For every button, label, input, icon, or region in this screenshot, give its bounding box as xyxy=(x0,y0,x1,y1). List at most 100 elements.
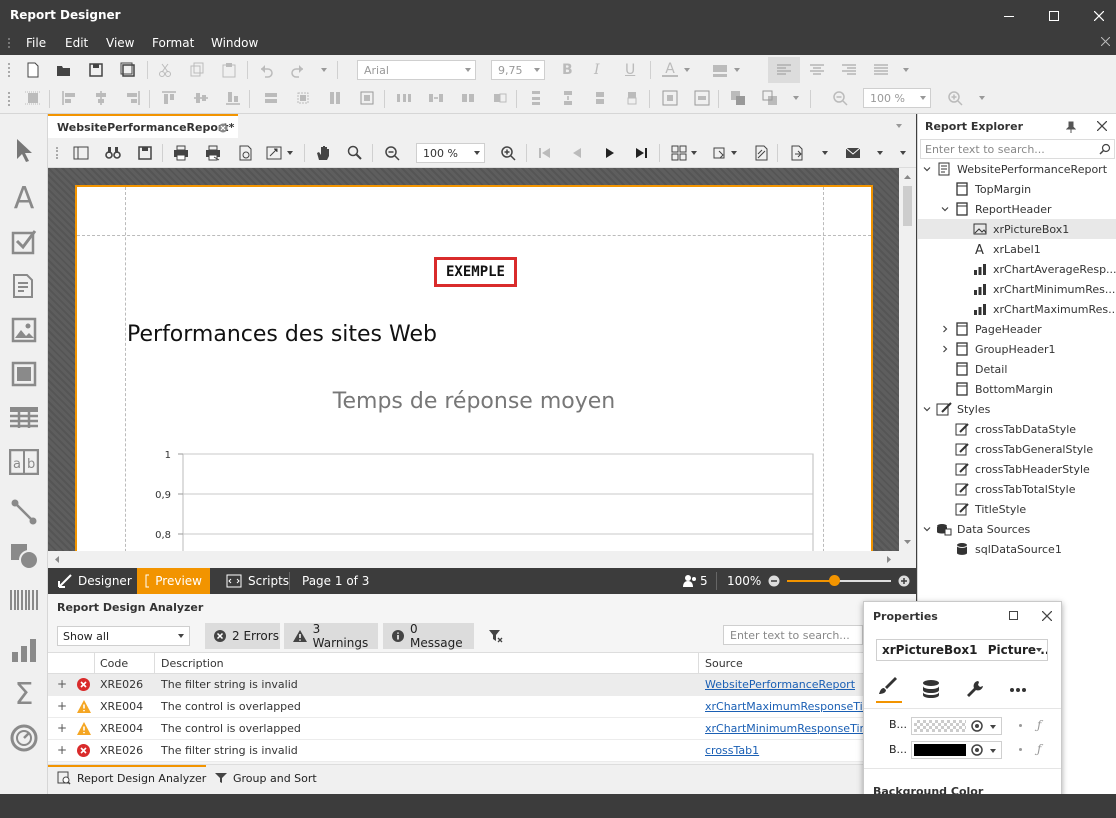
tree-node-pageheader[interactable]: PageHeader xyxy=(918,319,1116,339)
tree-node-websiteperformancereport[interactable]: WebsitePerformanceReport xyxy=(918,159,1116,179)
scroll-left-icon[interactable] xyxy=(48,551,65,568)
align-centers-icon[interactable] xyxy=(93,90,109,106)
same-width-icon[interactable] xyxy=(263,90,279,106)
analyzer-row[interactable]: + XRE004 The control is overlapped xrChartM… xyxy=(48,718,916,740)
collapse-chevron-icon[interactable] xyxy=(940,204,950,214)
save-document-icon[interactable] xyxy=(137,145,153,161)
tree-node-sqldatasource1[interactable]: sqlDataSource1 xyxy=(918,539,1116,559)
increase-horizontal-spacing-icon[interactable] xyxy=(428,90,444,106)
tree-node-styles[interactable]: Styles xyxy=(918,399,1116,419)
properties-close-icon[interactable] xyxy=(1042,611,1052,621)
analyzer-tab[interactable]: Report Design Analyzer xyxy=(57,771,206,785)
row-source-link[interactable]: WebsitePerformanceReport xyxy=(705,678,863,691)
horizontal-spacing-equal-icon[interactable] xyxy=(396,90,412,106)
align-left-button[interactable] xyxy=(768,57,800,83)
align-tops-icon[interactable] xyxy=(161,90,177,106)
menu-close-icon[interactable] xyxy=(1101,37,1110,46)
tree-node-crosstabtotalstyle[interactable]: crossTabTotalStyle xyxy=(918,479,1116,499)
send-email-dropdown-icon[interactable] xyxy=(877,151,883,155)
panel-tool[interactable] xyxy=(4,356,44,392)
align-to-grid-icon[interactable] xyxy=(25,90,41,106)
collapse-chevron-icon[interactable] xyxy=(922,524,932,534)
collapse-chevron-icon[interactable] xyxy=(922,404,932,414)
tree-node-groupheader1[interactable]: GroupHeader1 xyxy=(918,339,1116,359)
document-map-icon[interactable] xyxy=(73,145,89,161)
background-color-dropdown-icon[interactable] xyxy=(734,68,740,72)
group-sort-tab[interactable]: Group and Sort xyxy=(214,771,317,785)
last-page-icon[interactable] xyxy=(633,145,649,161)
pointer-tool[interactable] xyxy=(4,132,44,168)
decrease-horizontal-spacing-icon[interactable] xyxy=(460,90,476,106)
selected-control-combo[interactable]: xrPictureBox1 Picture ... xyxy=(876,639,1048,661)
tree-node-xrpicturebox1[interactable]: xrPictureBox1 xyxy=(918,219,1116,239)
export-dropdown-icon[interactable] xyxy=(822,151,828,155)
tree-node-xrchartmaximumres[interactable]: xrChartMaximumRes... xyxy=(918,299,1116,319)
previous-page-icon[interactable] xyxy=(569,145,585,161)
zoom-in-icon[interactable] xyxy=(947,90,963,106)
next-page-icon[interactable] xyxy=(602,145,618,161)
tree-node-crosstabgeneralstyle[interactable]: crossTabGeneralStyle xyxy=(918,439,1116,459)
send-to-back-icon[interactable] xyxy=(762,90,778,106)
increase-vertical-spacing-icon[interactable] xyxy=(560,90,576,106)
tree-node-bottommargin[interactable]: BottomMargin xyxy=(918,379,1116,399)
explorer-close-icon[interactable] xyxy=(1097,121,1107,131)
print-icon[interactable] xyxy=(173,145,189,161)
close-button[interactable] xyxy=(1076,0,1116,31)
expand-chevron-icon[interactable] xyxy=(940,324,950,334)
preview-zoom-combo[interactable]: 100 % xyxy=(416,143,485,163)
scripts-tab[interactable]: Scripts xyxy=(218,568,297,594)
multiple-pages-icon[interactable] xyxy=(671,145,687,161)
zoom-slider-plus-icon[interactable] xyxy=(898,575,910,587)
size-to-grid-icon[interactable] xyxy=(295,90,311,106)
italic-icon[interactable]: I xyxy=(594,62,610,78)
background-color-icon[interactable] xyxy=(712,62,728,78)
align-middles-icon[interactable] xyxy=(193,90,209,106)
expression-icon[interactable]: ƒ xyxy=(1037,742,1041,756)
font-size-combo[interactable]: 9,75 xyxy=(491,60,545,80)
tree-node-topmargin[interactable]: TopMargin xyxy=(918,179,1116,199)
pin-icon[interactable] xyxy=(1066,121,1076,133)
expand-row-icon[interactable]: + xyxy=(57,721,67,735)
errors-filter-button[interactable]: 2 Errors xyxy=(205,623,280,649)
search-icon[interactable] xyxy=(105,145,121,161)
tree-node-titlestyle[interactable]: TitleStyle xyxy=(918,499,1116,519)
bold-icon[interactable]: B xyxy=(562,62,578,78)
redo-icon[interactable] xyxy=(290,62,306,78)
save-icon[interactable] xyxy=(88,62,104,78)
summary-tool[interactable]: Σ xyxy=(4,676,44,712)
row-source-link[interactable]: xrChartMaximumResponseTime xyxy=(705,700,863,713)
appearance-category-tab[interactable] xyxy=(876,675,902,703)
toolbar-overflow-icon[interactable] xyxy=(900,151,906,155)
explorer-search-input[interactable]: Enter text to search... xyxy=(920,139,1115,159)
expression-icon[interactable]: ƒ xyxy=(1037,718,1041,732)
expand-row-icon[interactable]: + xyxy=(57,743,67,757)
row-source-link[interactable]: crossTab1 xyxy=(705,744,863,757)
analyzer-row[interactable]: + XRE026 The filter string is invalid Websi… xyxy=(48,674,916,696)
page-color-dropdown-icon[interactable] xyxy=(731,151,737,155)
more-categories-icon[interactable] xyxy=(1009,687,1027,693)
messages-filter-button[interactable]: 0 Message xyxy=(383,622,474,650)
align-rights-icon[interactable] xyxy=(125,90,141,106)
open-icon[interactable] xyxy=(56,62,72,78)
table-tool[interactable] xyxy=(4,400,44,436)
font-name-combo[interactable]: Arial xyxy=(357,60,476,80)
tree-node-detail[interactable]: Detail xyxy=(918,359,1116,379)
remove-horizontal-spacing-icon[interactable] xyxy=(492,90,508,106)
justify-dropdown-icon[interactable] xyxy=(903,68,909,72)
chart-tool[interactable] xyxy=(4,632,44,668)
menu-format[interactable]: Format xyxy=(152,36,194,50)
zoom-in-dropdown-icon[interactable] xyxy=(979,96,985,100)
zoom-slider-thumb[interactable] xyxy=(828,575,840,586)
send-email-icon[interactable] xyxy=(845,145,861,161)
analyzer-row[interactable]: + XRE004 The control is overlapped xrChartM… xyxy=(48,696,916,718)
property-value-2[interactable] xyxy=(911,741,1002,759)
page-color-icon[interactable] xyxy=(711,145,727,161)
tree-node-xrlabel1[interactable]: AxrLabel1 xyxy=(918,239,1116,259)
zoom-combo[interactable]: 100 % xyxy=(863,88,931,108)
scale-icon[interactable] xyxy=(266,145,282,161)
behavior-category-icon[interactable] xyxy=(965,679,985,699)
expand-row-icon[interactable]: + xyxy=(57,677,67,691)
menu-edit[interactable]: Edit xyxy=(65,36,88,50)
row-source-link[interactable]: xrChartMinimumResponseTime xyxy=(705,722,863,735)
expand-row-icon[interactable]: + xyxy=(57,699,67,713)
